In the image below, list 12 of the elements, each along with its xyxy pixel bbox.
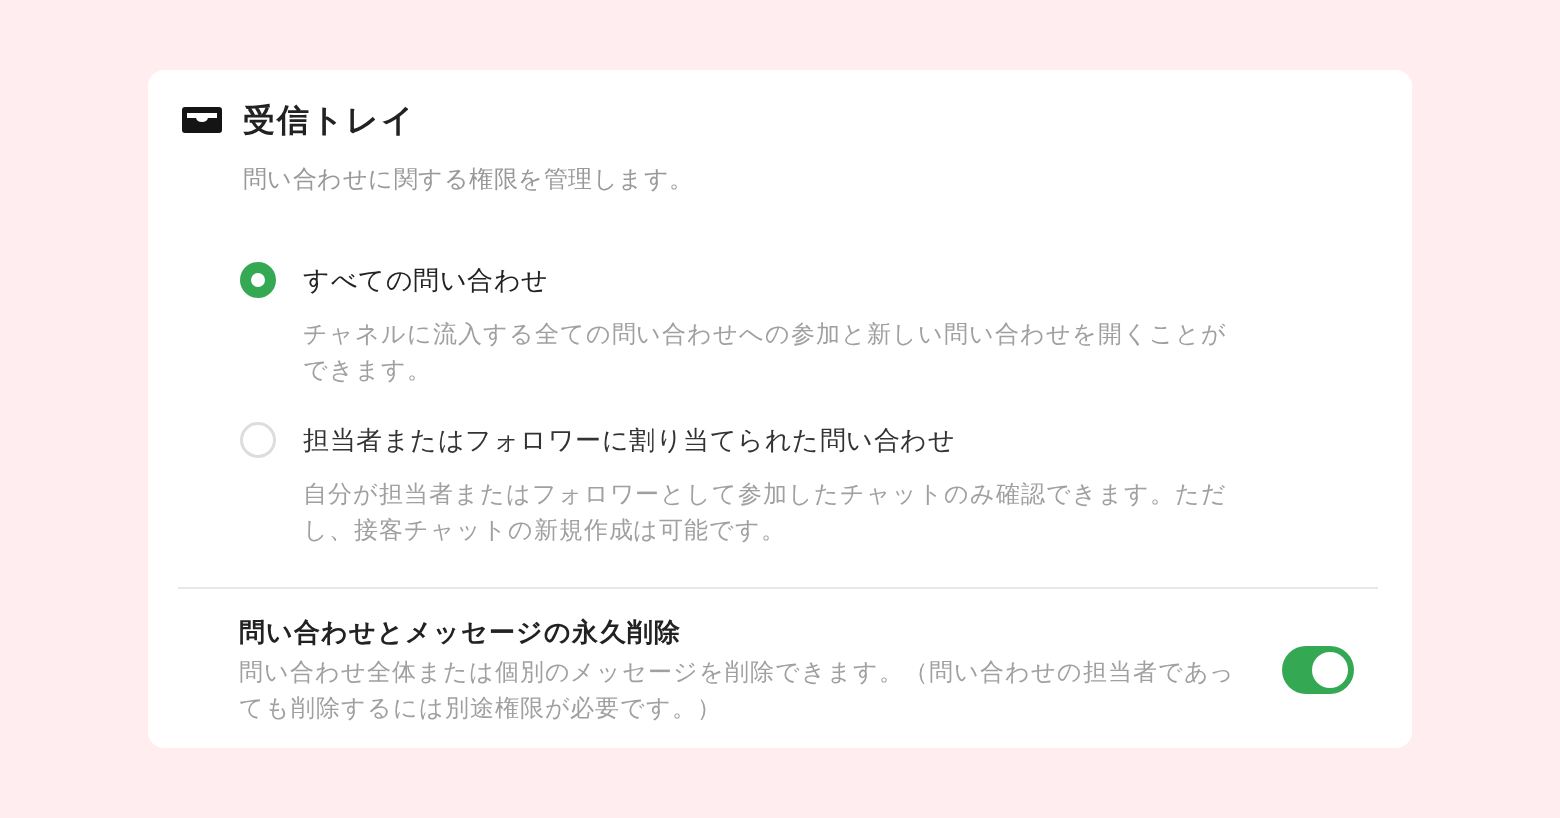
radio-button[interactable] — [240, 262, 276, 298]
option-description: 自分が担当者またはフォロワーとして参加したチャットのみ確認できます。ただし、接客チャットの新規作成は可能です。 — [303, 479, 1228, 545]
option-description: チャネルに流入する全ての問い合わせへの参加と新しい問い合わせを開くことができます。 — [303, 319, 1228, 385]
section-description: 問い合わせに関する権限を管理します。 — [243, 164, 694, 194]
option-label: すべての問い合わせ — [303, 264, 549, 297]
section-title: 受信トレイ — [243, 101, 416, 140]
permission-title: 問い合わせとメッセージの永久削除 — [239, 616, 681, 649]
option-label: 担当者またはフォロワーに割り当てられた問い合わせ — [303, 424, 956, 457]
inbox-icon — [182, 107, 222, 133]
radio-button[interactable] — [240, 422, 276, 458]
toggle-switch[interactable] — [1282, 646, 1354, 694]
permission-description: 問い合わせ全体または個別のメッセージを削除できます。（問い合わせの担当者であっても削除するには別途権限が必要です。） — [239, 657, 1237, 723]
